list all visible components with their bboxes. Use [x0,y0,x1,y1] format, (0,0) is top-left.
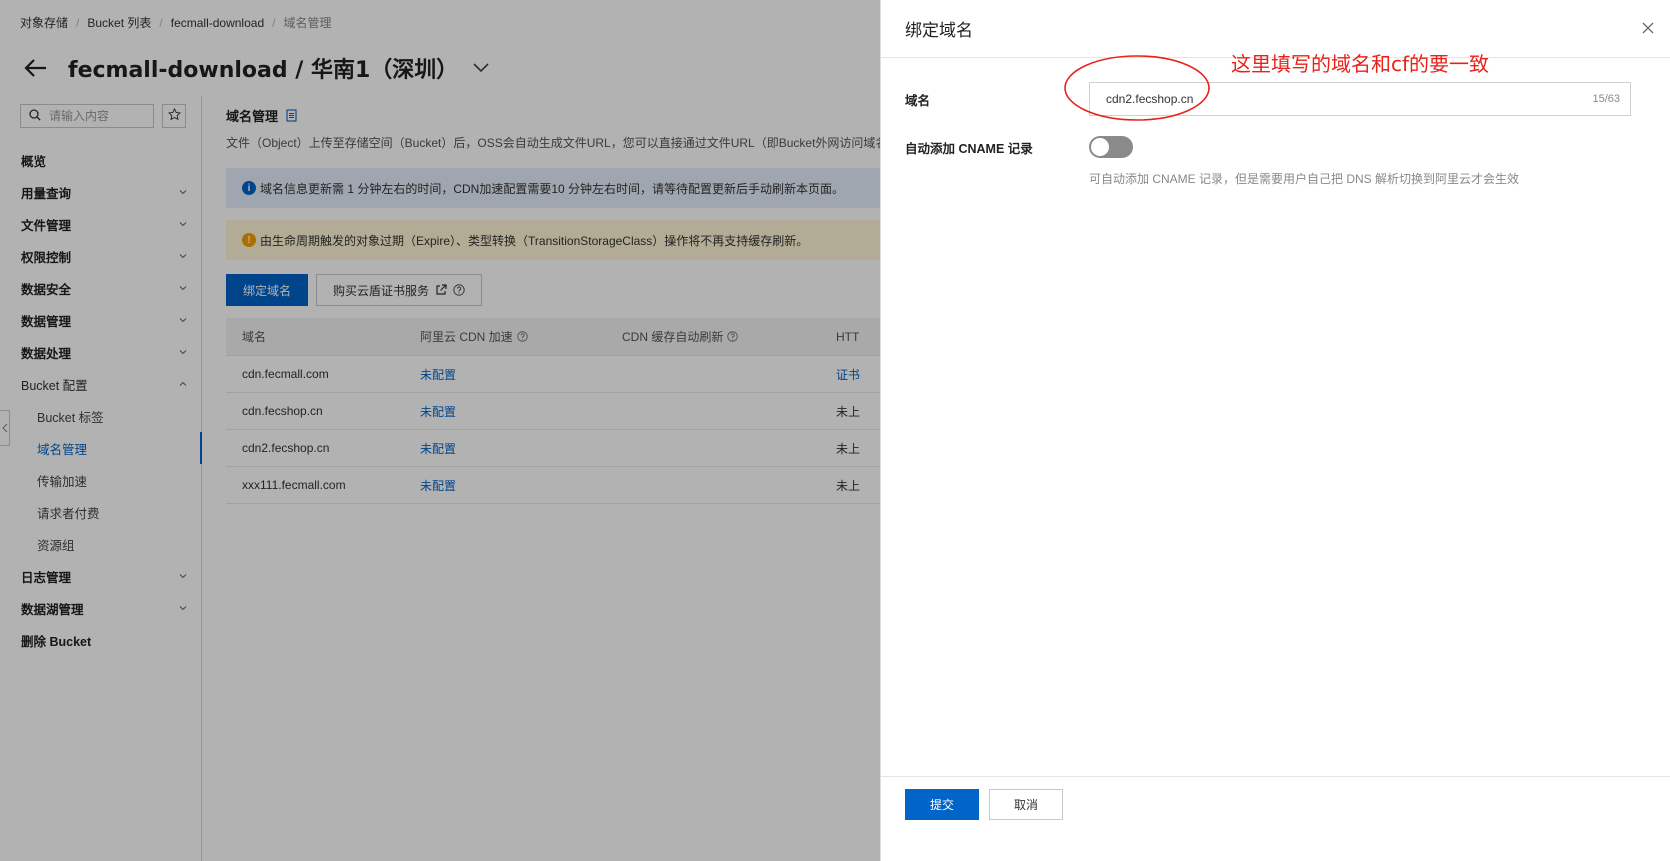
cname-form-row: 自动添加 CNAME 记录 [905,138,1089,157]
red-annotation-text: 这里填写的域名和cf的要一致 [1231,52,1490,76]
cname-help-text: 可自动添加 CNAME 记录，但是需要用户自己把 DNS 解析切换到阿里云才会生… [1089,172,1520,186]
drawer-title: 绑定域名 [905,21,973,41]
toggle-knob [1091,138,1109,156]
submit-button[interactable]: 提交 [905,789,979,820]
char-counter: 15/63 [1592,93,1620,105]
domain-form-row: 域名 [905,90,1089,109]
red-annotation-ellipse [1064,55,1210,121]
modal-overlay[interactable] [0,0,880,861]
cname-toggle[interactable] [1089,136,1133,158]
bind-domain-drawer: 绑定域名 这里填写的域名和cf的要一致 域名 15/63 自动添加 CNAME … [880,0,1670,861]
drawer-footer: 提交 取消 [881,776,1670,861]
cname-label: 自动添加 CNAME 记录 [905,142,1033,156]
cancel-button[interactable]: 取消 [989,789,1063,820]
close-icon[interactable] [1640,20,1656,36]
domain-label: 域名 [905,94,931,108]
